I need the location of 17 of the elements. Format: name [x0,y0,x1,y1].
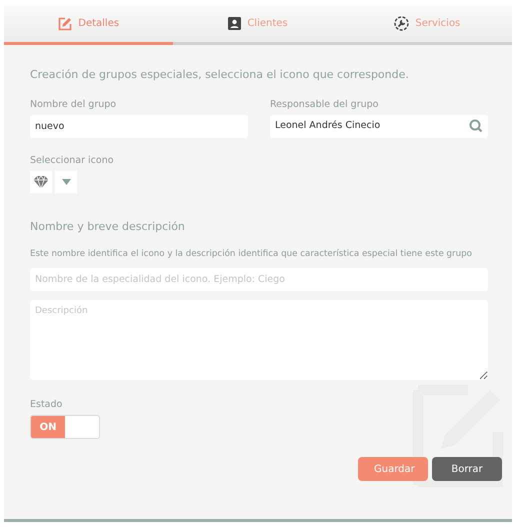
group-name-field[interactable]: nuevo [30,114,248,138]
save-button[interactable]: Guardar [358,457,428,481]
specialty-name-field[interactable]: Nombre de la especialidad del icono. Ejemplo: Ciego [30,268,488,291]
tab[interactable]: Clientes [173,5,343,45]
tab[interactable]: Detalles [4,5,174,45]
field-label: Responsable del grupo [270,98,380,110]
owner-field[interactable]: Leonel Andrés Cinecio [270,114,488,138]
field-label: Nombre del grupo [30,98,118,110]
status-toggle[interactable]: ON [30,415,100,439]
field-label: Seleccionar icono [30,154,115,166]
section-title: Nombre y breve descripción [30,218,186,234]
tab[interactable]: Servicios [342,5,512,45]
field-label: Estado [30,398,64,411]
help-text: Este nombre identifica el icono y la descripción identifica que característica especial tiene este grupo [30,248,473,261]
description-field[interactable]: Descripción [30,300,488,380]
intro-text: Creación de grupos especiales, selecciona el icono que corresponde. [30,67,410,83]
delete-button[interactable]: Borrar [432,457,502,481]
